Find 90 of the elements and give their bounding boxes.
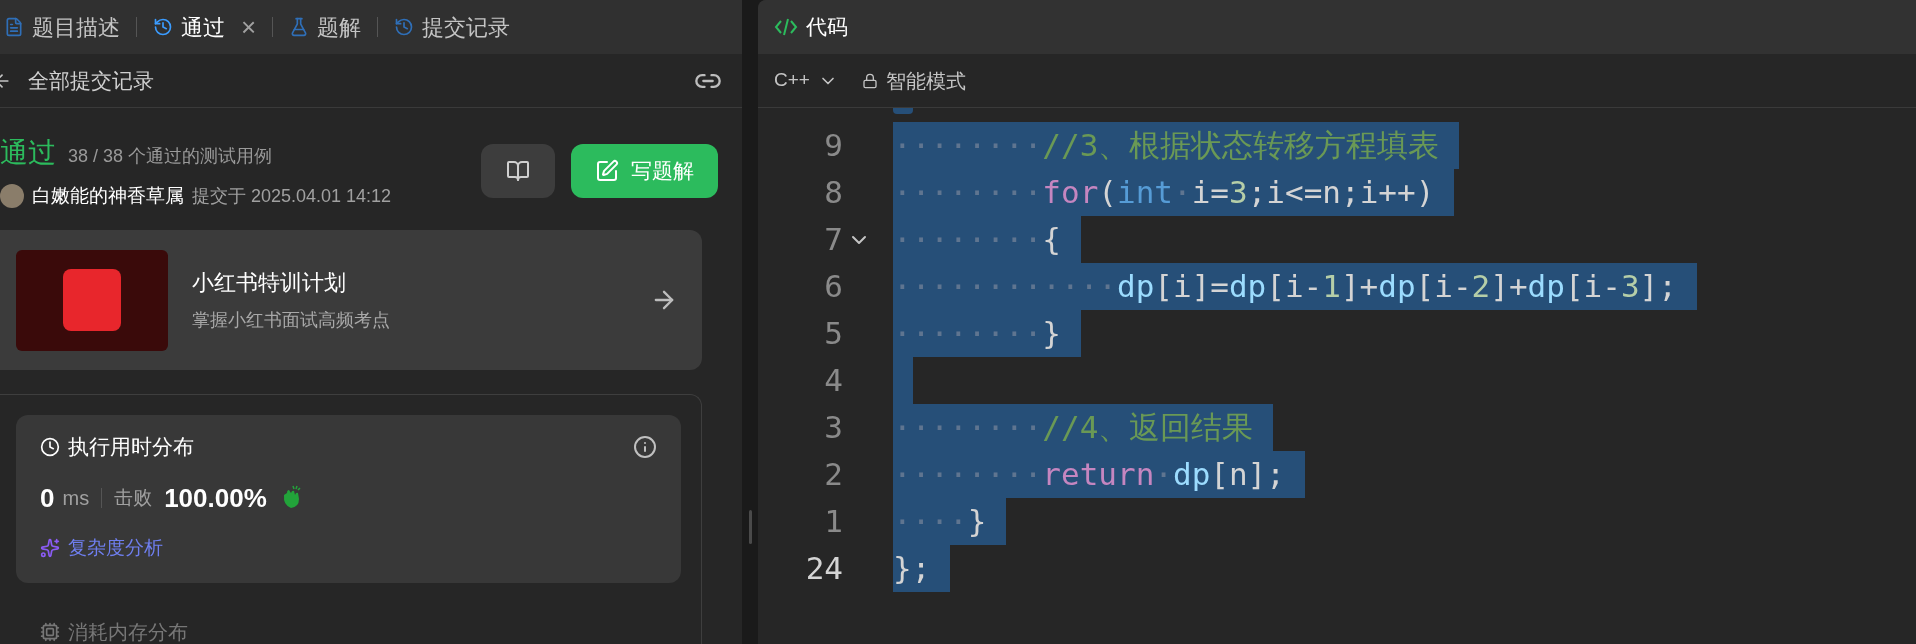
tab[interactable]: 题解 [285, 10, 366, 44]
code-token: ( [1098, 173, 1117, 212]
tab-label: 题目描述 [32, 13, 120, 42]
tab-label: 提交记录 [422, 13, 511, 42]
code-token: ;i<=n;i++) [1247, 173, 1435, 212]
beats-label: 击败 [114, 485, 153, 510]
code-token: } [1042, 314, 1061, 353]
code-token: ]; [1639, 267, 1677, 306]
line-number: 24 [804, 549, 843, 588]
code-token: int [1117, 173, 1173, 212]
status-text: 通过 [0, 135, 56, 170]
line-number: 9 [823, 126, 843, 165]
runtime-title: 执行用时分布 [68, 434, 194, 460]
code-token: for [1042, 173, 1099, 212]
code-token: ········ [893, 173, 1043, 212]
sparkle-icon [40, 537, 60, 558]
info-icon[interactable] [633, 434, 657, 459]
editor-title: 代码 [806, 14, 848, 41]
tab-label: 通过 [181, 13, 225, 42]
code-token: [n]; [1210, 455, 1285, 494]
line-number: 5 [823, 314, 843, 353]
code-token: [i- [1266, 267, 1323, 306]
test-cases-text: 38 / 38 个通过的测试用例 [68, 144, 273, 168]
code-token: [i- [1415, 267, 1472, 306]
lock-icon [861, 72, 878, 89]
book-icon [506, 159, 530, 183]
history-icon [153, 17, 173, 37]
beats-percent: 100.00% [164, 481, 267, 515]
code-token: · [1154, 455, 1173, 494]
code-token: 2 [1471, 267, 1491, 306]
selection-highlight [893, 108, 913, 114]
runtime-unit: ms [62, 486, 90, 511]
code-token: { [1042, 220, 1061, 259]
code-token: ···· [893, 502, 968, 541]
line-number: 1 [823, 502, 843, 541]
code-token: dp [1116, 267, 1155, 306]
avatar [0, 184, 24, 208]
history-icon [394, 17, 415, 37]
mode-label[interactable]: 智能模式 [885, 65, 966, 96]
code-token: 1 [1322, 267, 1341, 306]
code-token: ········ [893, 408, 1043, 447]
submit-time: 提交于 2025.04.01 14:12 [192, 184, 392, 208]
code-token: dp [1527, 267, 1565, 306]
memory-title: 消耗内存分布 [68, 622, 188, 642]
code-icon [774, 17, 798, 37]
runtime-value: 0 [40, 481, 55, 515]
code-token: [i- [1564, 267, 1621, 306]
code-token: ]+ [1490, 267, 1528, 306]
document-icon [4, 17, 24, 37]
notes-button[interactable] [481, 144, 555, 198]
code-token: return [1042, 455, 1155, 494]
close-button[interactable]: × [241, 14, 257, 40]
code-token: ]+ [1340, 267, 1379, 306]
code-token: ········ [893, 455, 1043, 494]
line-number: 3 [823, 408, 843, 447]
code-token: ········ [893, 126, 1043, 165]
code-token: //4、返回结果 [1042, 408, 1254, 447]
clock-icon [40, 436, 60, 457]
promo-title: 小红书特训计划 [192, 269, 347, 297]
tab[interactable]: 通过 × [149, 10, 261, 44]
code-token: dp [1172, 455, 1211, 494]
code-token: ········ [893, 314, 1043, 353]
tab[interactable]: 提交记录 [390, 10, 515, 44]
code-token: dp [1378, 267, 1416, 306]
line-number: 8 [823, 173, 843, 212]
header-title: 全部提交记录 [28, 67, 154, 94]
code-token: [i]= [1154, 267, 1229, 306]
line-number: 6 [823, 267, 843, 306]
language-dropdown[interactable]: C++ [774, 66, 838, 95]
promo-card[interactable]: 小红书特训计划 掌握小红书面试高频考点 [0, 230, 702, 370]
promo-subtitle: 掌握小红书面试高频考点 [192, 309, 391, 332]
line-number: 7 [823, 220, 843, 259]
code-token: dp [1228, 267, 1267, 306]
line-number: 4 [823, 361, 843, 400]
line-number: 2 [823, 455, 843, 494]
code-token: } [967, 502, 987, 541]
tab-label: 题解 [317, 13, 362, 42]
user-name: 白嫩能的神香草属 [32, 183, 184, 208]
code-token: ········ [893, 220, 1043, 259]
logo-icon [63, 269, 121, 331]
code-token: · [1173, 173, 1192, 212]
pencil-icon [595, 159, 619, 183]
code-token: i= [1191, 173, 1229, 212]
code-token: ············ [893, 267, 1117, 306]
tab[interactable]: 题目描述 [0, 10, 124, 44]
code-token: 3 [1620, 267, 1640, 306]
chip-icon [40, 622, 60, 642]
code-token: 3 [1229, 173, 1248, 212]
code-token: }; [893, 549, 931, 588]
code-token: //3、根据状态转移方程填表 [1042, 126, 1440, 165]
